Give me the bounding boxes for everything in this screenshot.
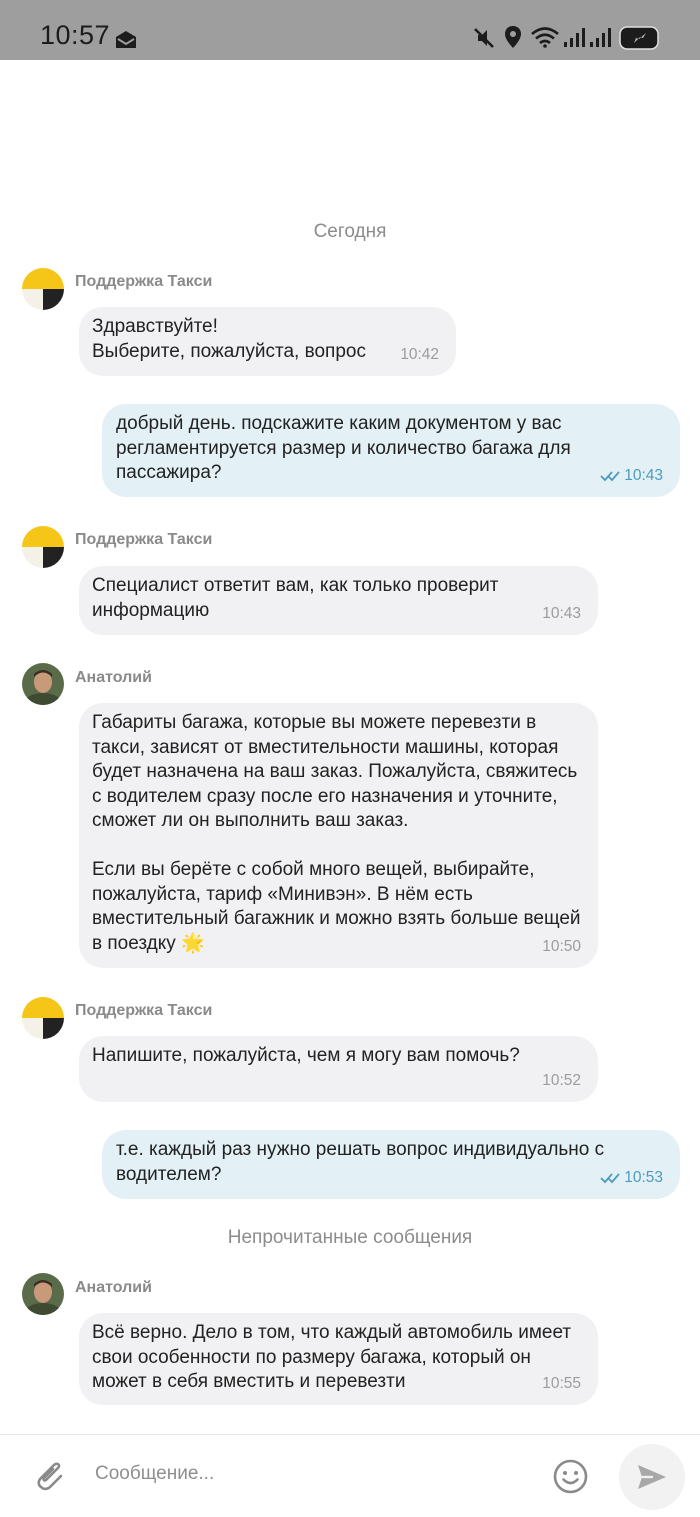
message-text: Всё верно. Дело в том, что каждый автомо… [92,1322,572,1392]
operator-avatar[interactable] [22,663,64,705]
message-text: Здравствуйте! Выберите, пожалуйста, вопр… [92,316,366,362]
unread-separator: Непрочитанные сообщения [227,1227,473,1248]
sender-name: Анатолий [75,1279,152,1296]
message-time: 10:50 [542,937,581,955]
message-time: 10:53 [624,1168,663,1186]
message-outgoing: т.е. каждый раз нужно решать вопрос инди… [102,1130,680,1199]
signal-icon [564,28,585,47]
message-text: Напишите, пожалуйста, чем я могу вам пом… [92,1045,520,1066]
battery-icon [619,26,659,50]
sender-name: Поддержка Такси [75,1002,213,1019]
message-time: 10:43 [542,604,581,622]
message-time: 10:52 [542,1071,581,1089]
send-icon [638,1465,666,1489]
mail-icon [116,31,136,48]
status-bar: 10:57 [0,0,700,60]
status-time: 10:57 [40,20,111,50]
message-text: добрый день. подскажите каким документом… [116,413,571,483]
composer-divider [0,1434,700,1435]
message-time: 10:42 [400,345,439,363]
support-avatar[interactable] [22,268,64,310]
mute-icon [474,28,494,48]
send-button[interactable] [619,1444,685,1510]
message-input[interactable]: Сообщение... [95,1463,214,1485]
message-incoming: Всё верно. Дело в том, что каждый автомо… [79,1313,598,1405]
location-icon [505,26,521,48]
message-text: Специалист ответит вам, как только прове… [92,575,499,621]
message-incoming: Здравствуйте! Выберите, пожалуйста, вопр… [79,307,456,376]
double-check-icon [600,1172,620,1183]
double-check-icon [600,470,620,481]
message-incoming: Напишите, пожалуйста, чем я могу вам пом… [79,1036,598,1102]
message-outgoing: добрый день. подскажите каким документом… [102,404,680,497]
emoji-icon[interactable] [553,1459,588,1494]
support-avatar[interactable] [22,997,64,1039]
sender-name: Анатолий [75,669,152,686]
message-incoming: Специалист ответит вам, как только прове… [79,566,598,635]
message-text: Габариты багажа, которые вы можете перев… [92,712,581,954]
message-incoming: Габариты багажа, которые вы можете перев… [79,703,598,968]
date-separator: Сегодня [313,221,387,242]
support-avatar[interactable] [22,526,64,568]
message-time: 10:43 [624,466,663,484]
signal-icon [590,28,611,47]
message-time: 10:55 [542,1374,581,1392]
sender-name: Поддержка Такси [75,531,213,548]
wifi-icon [531,27,559,48]
message-text: т.е. каждый раз нужно решать вопрос инди… [116,1139,605,1185]
sender-name: Поддержка Такси [75,273,213,290]
operator-avatar[interactable] [22,1273,64,1315]
attach-icon[interactable] [30,1457,66,1493]
